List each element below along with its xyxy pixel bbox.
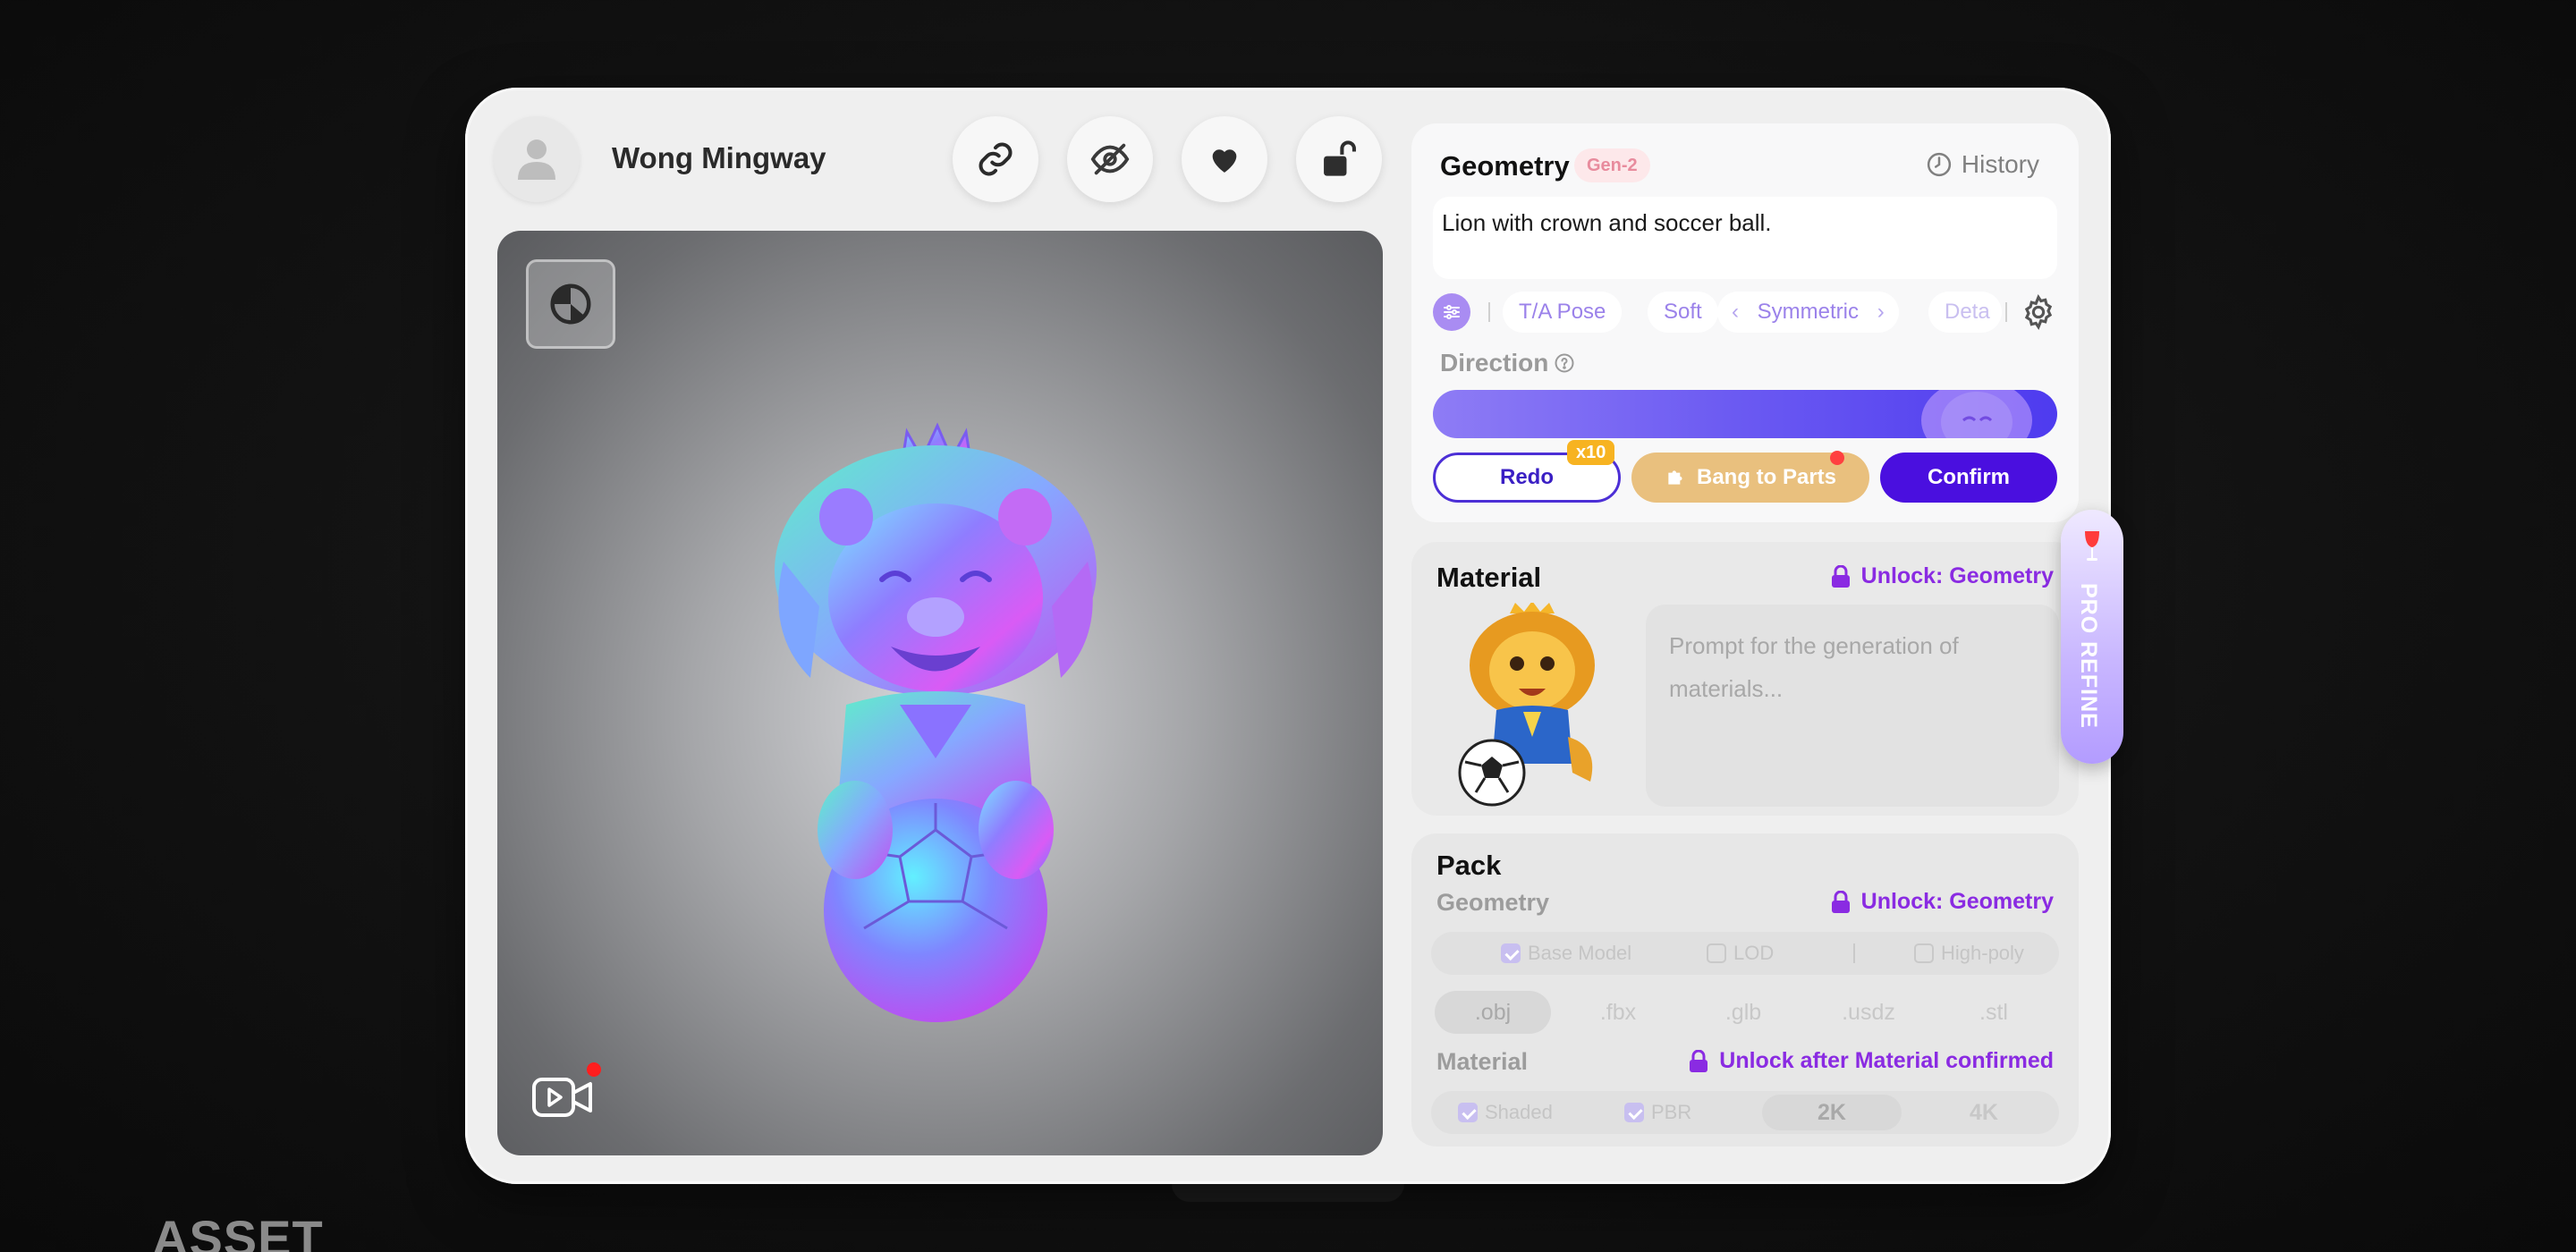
3d-viewport[interactable]: [497, 231, 1383, 1155]
chevron-left-icon[interactable]: ‹: [1732, 300, 1739, 324]
chip-detail[interactable]: Deta: [1928, 292, 2002, 333]
view-mode-icon: [550, 283, 591, 325]
user-icon: [518, 140, 555, 180]
section-label-asset: ASSET: [152, 1210, 324, 1252]
lock-icon: [1831, 890, 1850, 913]
history-label: History: [1961, 150, 2039, 178]
hide-button[interactable]: [1067, 116, 1153, 202]
format-glb[interactable]: .glb: [1685, 991, 1801, 1034]
material-title: Material: [1436, 562, 1542, 593]
puzzle-icon: [1668, 470, 1682, 485]
record-video-button[interactable]: [531, 1062, 603, 1125]
chip-pose[interactable]: T/A Pose: [1503, 292, 1623, 333]
resolution-2k[interactable]: 2K: [1762, 1095, 1902, 1130]
option-pbr-label: PBR: [1651, 1101, 1692, 1123]
chip-soft[interactable]: Soft: [1648, 292, 1718, 333]
lock-icon: [1831, 564, 1850, 588]
option-base-model-label: Base Model: [1528, 942, 1632, 964]
pack-title: Pack: [1436, 850, 1502, 881]
pack-material-unlock-label: Unlock after Material confirmed: [1719, 1048, 2054, 1073]
option-high-poly[interactable]: High-poly: [1914, 932, 2024, 975]
material-panel: Material Unlock: Geometry Prompt for the…: [1411, 542, 2079, 816]
chip-symmetric[interactable]: ‹ Symmetric ›: [1717, 292, 1899, 333]
material-options: Shaded PBR 2K 4K: [1431, 1091, 2059, 1134]
pack-material-unlock-notice: Unlock after Material confirmed: [1689, 1048, 2054, 1074]
pro-refine-tab[interactable]: PRO REFINE: [2061, 510, 2123, 764]
format-obj[interactable]: .obj: [1435, 991, 1551, 1034]
option-separator: [1853, 943, 1855, 963]
chip-symmetric-label: Symmetric: [1757, 300, 1860, 324]
checkbox-checked[interactable]: [1458, 1103, 1478, 1122]
unlock-button[interactable]: [1296, 116, 1382, 202]
favorite-button[interactable]: [1182, 116, 1267, 202]
checkbox-checked[interactable]: [1624, 1103, 1644, 1122]
direction-bar[interactable]: [1433, 390, 2057, 438]
lion-3d-model: [775, 422, 1097, 1022]
option-pbr[interactable]: PBR: [1624, 1091, 1691, 1134]
geometry-panel: Geometry Gen-2 History Lion with crown a…: [1411, 123, 2079, 522]
format-stl[interactable]: .stl: [1936, 991, 2052, 1034]
option-lod[interactable]: LOD: [1707, 932, 1774, 975]
geometry-prompt-input[interactable]: Lion with crown and soccer ball.: [1433, 197, 2057, 279]
pack-panel: Pack Geometry Unlock: Geometry Base Mode…: [1411, 833, 2079, 1146]
option-lod-label: LOD: [1733, 942, 1775, 964]
option-base-model[interactable]: Base Model: [1501, 932, 1631, 975]
geometry-options: Base Model LOD High-poly: [1431, 932, 2059, 975]
help-icon[interactable]: [1554, 352, 1575, 374]
generation-badge[interactable]: Gen-2: [1574, 148, 1650, 182]
direction-label: Direction: [1440, 349, 1549, 376]
pack-geometry-unlock-notice: Unlock: Geometry: [1831, 889, 2054, 915]
pack-material-label: Material: [1436, 1048, 1529, 1075]
history-button[interactable]: History: [1926, 150, 2039, 179]
wine-glass-icon: [2085, 531, 2099, 561]
format-options: .obj .fbx .glb .usdz .stl: [1431, 991, 2059, 1034]
video-record-icon: [532, 1078, 592, 1117]
geometry-title: Geometry: [1440, 150, 1570, 182]
chip-separator: [2005, 302, 2007, 322]
material-prompt-input[interactable]: Prompt for the generation of materials..…: [1646, 605, 2059, 807]
gear-icon[interactable]: [2020, 293, 2057, 331]
bang-to-parts-label: Bang to Parts: [1696, 465, 1837, 489]
pack-geometry-unlock-label: Unlock: Geometry: [1860, 889, 2054, 914]
confirm-button[interactable]: Confirm: [1880, 453, 2057, 503]
direction-thumbnail: [1921, 390, 2032, 438]
recording-indicator-dot: [587, 1062, 601, 1077]
options-toggle-button[interactable]: [1433, 293, 1470, 331]
asset-card: Wong Mingway Geometry Gen-2 History Lion…: [465, 88, 2111, 1184]
format-usdz[interactable]: .usdz: [1810, 991, 1927, 1034]
format-fbx[interactable]: .fbx: [1560, 991, 1676, 1034]
material-unlock-notice: Unlock: Geometry: [1831, 563, 2054, 589]
option-high-poly-label: High-poly: [1941, 942, 2024, 964]
checkbox-unchecked[interactable]: [1707, 943, 1726, 963]
lion-reference-image: [1458, 603, 1595, 807]
link-icon: [979, 142, 1013, 176]
lock-icon: [1690, 1049, 1708, 1072]
copy-link-button[interactable]: [953, 116, 1038, 202]
geometry-options-row: T/A Pose Soft ‹ Symmetric › Deta: [1433, 292, 2057, 333]
avatar[interactable]: [494, 116, 580, 202]
unlock-icon: [1324, 140, 1356, 176]
clock-icon: [1927, 152, 1951, 177]
option-shaded-label: Shaded: [1485, 1101, 1553, 1123]
chip-separator: [1488, 302, 1490, 322]
checkbox-unchecked[interactable]: [1914, 943, 1934, 963]
pack-geometry-label: Geometry: [1436, 889, 1550, 916]
direction-heading: Direction: [1440, 349, 1575, 377]
heart-icon: [1212, 149, 1237, 173]
username: Wong Mingway: [612, 141, 826, 174]
checkbox-checked[interactable]: [1501, 943, 1521, 963]
pro-refine-label: PRO REFINE: [2076, 583, 2101, 729]
chevron-right-icon[interactable]: ›: [1877, 300, 1885, 324]
hide-icon: [1090, 143, 1130, 175]
redo-count-badge: x10: [1567, 440, 1615, 465]
sliders-icon: [1444, 305, 1460, 319]
view-mode-toggle[interactable]: [526, 259, 615, 349]
resolution-4k[interactable]: 4K: [1914, 1095, 2054, 1130]
notification-dot: [1830, 451, 1844, 465]
option-shaded[interactable]: Shaded: [1458, 1091, 1553, 1134]
material-unlock-label: Unlock: Geometry: [1860, 563, 2054, 588]
